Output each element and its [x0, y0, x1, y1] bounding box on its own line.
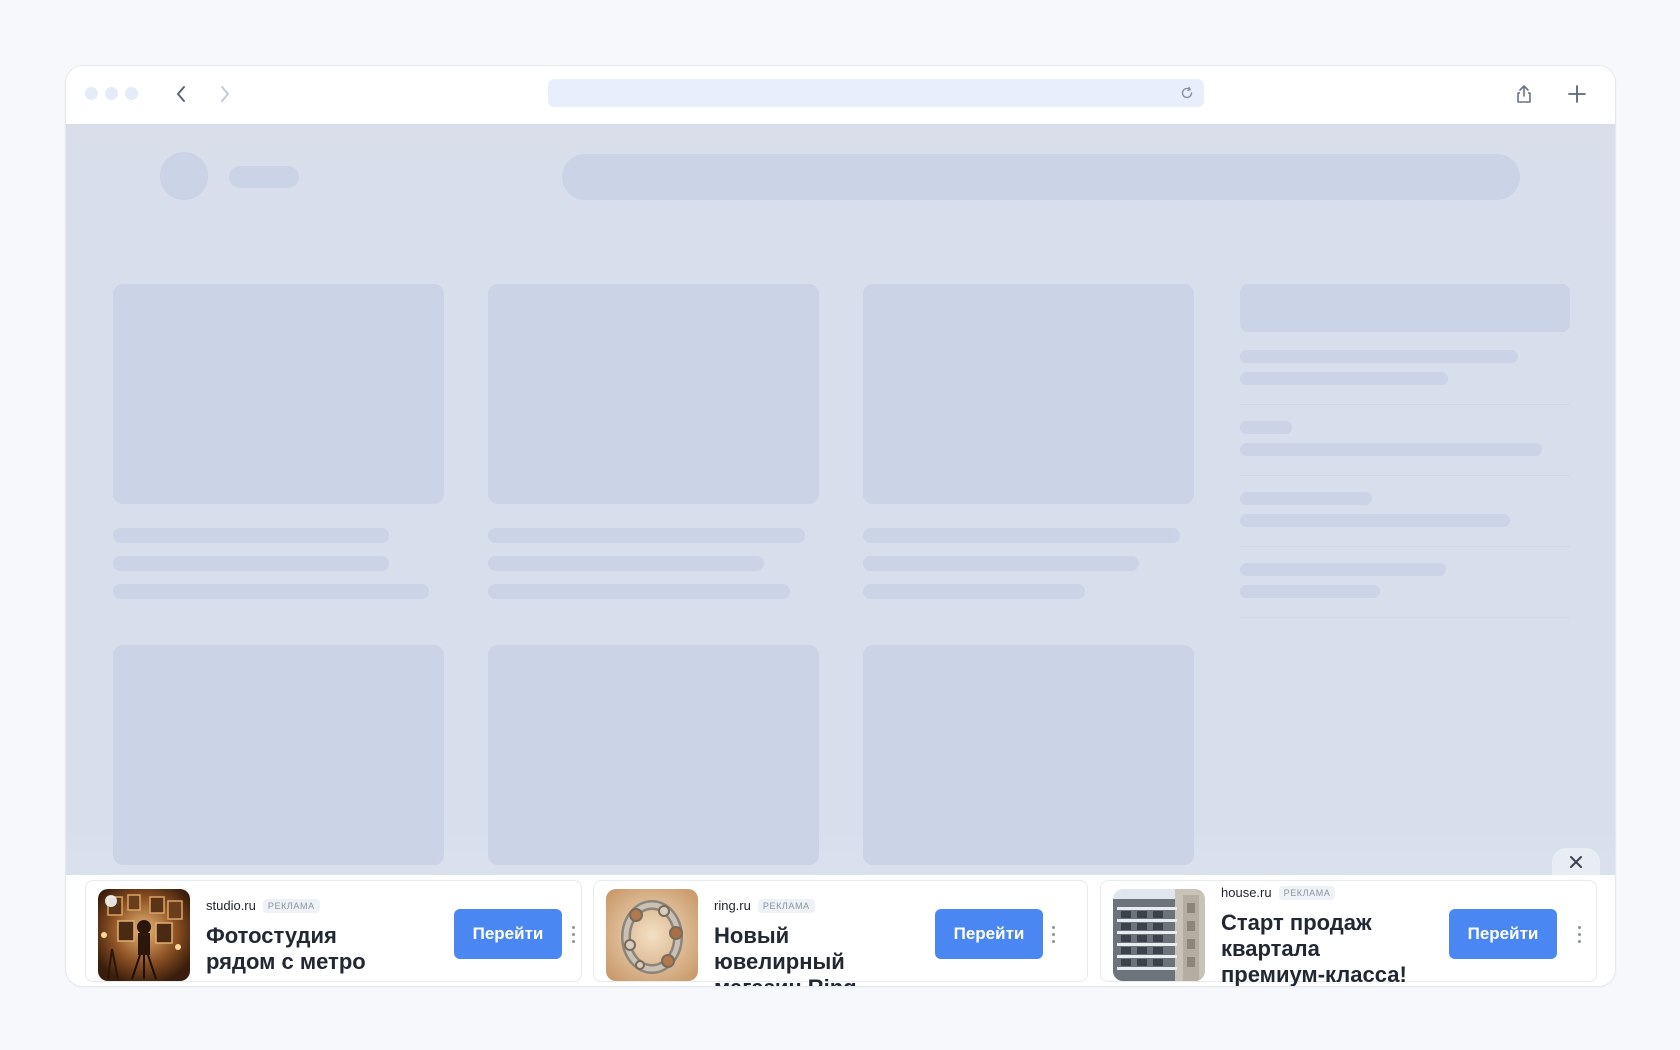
ring-jewelry-image: [606, 889, 698, 981]
skeleton-sidebar-line: [1240, 421, 1292, 434]
address-bar[interactable]: [548, 79, 1204, 107]
more-options-icon[interactable]: [1572, 919, 1586, 949]
page-viewport: [66, 124, 1615, 926]
photo-studio-image: [98, 889, 190, 981]
skeleton-card-image: [113, 645, 444, 865]
skeleton-text-line: [863, 584, 1085, 599]
skeleton-sidebar-line: [1240, 563, 1446, 576]
ad-title[interactable]: Фотостудия рядом с метро: [206, 923, 406, 975]
browser-toolbar: [66, 66, 1615, 124]
ad-label-badge: Реклама: [262, 898, 320, 913]
skeleton-text-line: [488, 528, 805, 543]
ad-card[interactable]: ring.ru Реклама Новый ювелирный магазин …: [593, 880, 1088, 986]
browser-window: studio.ru Реклама Фотостудия рядом с мет…: [65, 65, 1616, 987]
more-options-icon[interactable]: [1046, 919, 1060, 949]
skeleton-text-line: [488, 556, 764, 571]
skeleton-card-image: [113, 284, 444, 504]
skeleton-sidebar-line: [1240, 585, 1380, 598]
skeleton-text-line: [863, 556, 1139, 571]
ad-card[interactable]: studio.ru Реклама Фотостудия рядом с мет…: [85, 880, 582, 982]
ad-go-button[interactable]: Перейти: [935, 909, 1043, 959]
reload-icon[interactable]: [1180, 86, 1194, 100]
skeleton-sidebar-line: [1240, 514, 1510, 527]
ad-title[interactable]: Старт продаж квартала премиум-класса!: [1221, 910, 1421, 986]
skeleton-text-line: [113, 528, 389, 543]
ad-label-badge: Реклама: [757, 898, 815, 913]
skeleton-card-image: [488, 284, 819, 504]
new-tab-button[interactable]: [1566, 83, 1588, 105]
sidebar-divider: [1240, 404, 1570, 405]
forward-button[interactable]: [212, 81, 238, 107]
plus-icon: [1568, 85, 1586, 103]
ad-domain[interactable]: ring.ru: [714, 898, 751, 913]
apartment-building-image: [1113, 889, 1205, 981]
skeleton-search-bar: [562, 154, 1520, 200]
ad-go-button[interactable]: Перейти: [1449, 909, 1557, 959]
back-button[interactable]: [168, 81, 194, 107]
skeleton-text-line: [113, 556, 389, 571]
skeleton-sidebar-line: [1240, 372, 1448, 385]
more-options-icon[interactable]: [566, 919, 580, 949]
skeleton-sidebar-line: [1240, 492, 1372, 505]
skeleton-sidebar-line: [1240, 350, 1518, 363]
window-control-minimize[interactable]: [105, 87, 118, 100]
window-control-maximize[interactable]: [125, 87, 138, 100]
ad-domain[interactable]: house.ru: [1221, 885, 1272, 900]
skeleton-logo: [160, 152, 208, 200]
skeleton-card-image: [863, 645, 1194, 865]
skeleton-site-name: [229, 166, 299, 188]
chevron-left-icon: [177, 86, 185, 102]
ad-domain[interactable]: studio.ru: [206, 898, 256, 913]
skeleton-card-image: [863, 284, 1194, 504]
close-icon: [1570, 856, 1582, 868]
share-icon: [1517, 85, 1531, 103]
ad-go-button[interactable]: Перейти: [454, 909, 562, 959]
skeleton-sidebar-header: [1240, 284, 1570, 332]
window-control-close[interactable]: [85, 87, 98, 100]
sidebar-divider: [1240, 546, 1570, 547]
sidebar-divider: [1240, 475, 1570, 476]
chevron-right-icon: [221, 86, 229, 102]
skeleton-text-line: [863, 528, 1180, 543]
skeleton-text-line: [488, 584, 790, 599]
skeleton-card-image: [488, 645, 819, 865]
ad-title[interactable]: Новый ювелирный магазин Ring: [714, 923, 924, 986]
share-button[interactable]: [1513, 83, 1535, 105]
skeleton-sidebar-line: [1240, 443, 1542, 456]
sidebar-divider: [1240, 617, 1570, 618]
skeleton-text-line: [113, 584, 429, 599]
ad-close-button[interactable]: [1552, 848, 1600, 876]
ad-card[interactable]: house.ru Реклама Старт продаж квартала п…: [1100, 880, 1597, 986]
ad-label-badge: Реклама: [1278, 885, 1336, 900]
